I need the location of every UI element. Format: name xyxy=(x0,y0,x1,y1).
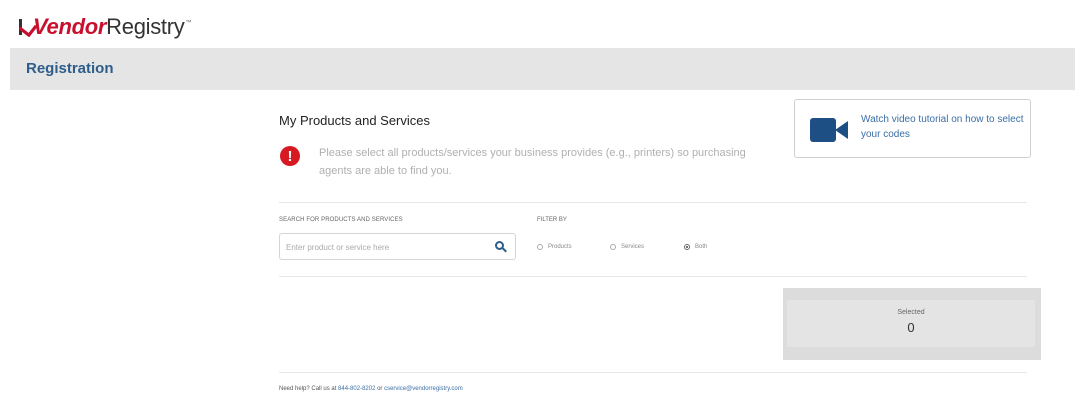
radio-both[interactable] xyxy=(684,244,690,250)
filter-option-services[interactable]: Services xyxy=(610,244,644,250)
divider-top xyxy=(279,202,1027,203)
footer-middle: or xyxy=(375,386,385,392)
trademark-symbol: ™ xyxy=(185,20,192,26)
filter-option-label: Services xyxy=(621,244,645,250)
filter-option-label: Products xyxy=(548,244,572,250)
search-box xyxy=(279,233,516,260)
video-tutorial-text: Watch video tutorial on how to select yo… xyxy=(861,114,1024,140)
page-title: Registration xyxy=(26,60,114,77)
email-link[interactable]: cservice@vendorregistry.com xyxy=(384,386,463,392)
divider-middle xyxy=(279,276,1027,277)
exclamation-alert-icon: ! xyxy=(280,146,300,166)
selected-count: 0 xyxy=(907,320,915,335)
selected-panel: Selected 0 xyxy=(783,288,1041,360)
logo-wordmark: VendorRegistry xyxy=(33,14,185,40)
help-footer: Need help? Call us at 844-802-8202 or cs… xyxy=(279,386,463,392)
search-input[interactable] xyxy=(286,239,481,255)
video-tutorial-link[interactable]: Watch video tutorial on how to select yo… xyxy=(794,99,1031,158)
selected-label: Selected xyxy=(897,309,925,316)
vendor-registry-logo[interactable]: VendorRegistry ™ xyxy=(18,14,191,40)
filter-option-both[interactable]: Both xyxy=(684,244,707,250)
checkmark-logo-icon xyxy=(18,16,38,38)
section-title: My Products and Services xyxy=(279,113,431,128)
radio-products[interactable] xyxy=(537,244,543,250)
logo-text-registry: Registry xyxy=(106,14,185,39)
registration-header-bar: Registration xyxy=(10,48,1075,90)
radio-services[interactable] xyxy=(610,244,616,250)
video-camera-icon xyxy=(810,118,848,142)
alert-message: Please select all products/services your… xyxy=(319,147,746,177)
logo-text-vendor: Vendor xyxy=(33,14,107,39)
search-label: SEARCH FOR PRODUCTS AND SERVICES xyxy=(279,217,403,223)
phone-link[interactable]: 844-802-8202 xyxy=(338,386,375,392)
footer-prefix: Need help? Call us at xyxy=(279,386,339,392)
divider-bottom xyxy=(279,372,1027,373)
filter-option-products[interactable]: Products xyxy=(537,244,572,250)
search-icon[interactable] xyxy=(495,241,507,253)
filter-label: FILTER BY xyxy=(537,217,567,223)
filter-option-label: Both xyxy=(695,244,708,250)
selected-count-box: Selected 0 xyxy=(787,300,1035,347)
